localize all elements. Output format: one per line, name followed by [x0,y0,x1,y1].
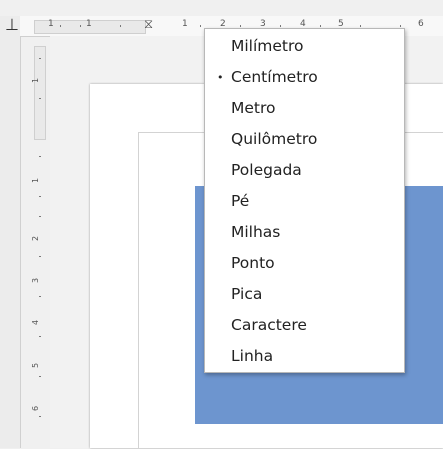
menu-item-label: Quilômetro [231,130,318,148]
menu-item-label: Milímetro [231,37,304,55]
ruler-tick [320,25,321,27]
ruler-tick [60,25,61,27]
menu-item-milhas[interactable]: Milhas [205,217,404,248]
ruler-number: 6 [418,19,424,29]
menu-item-label: Caractere [231,316,307,334]
menu-item-label: Milhas [231,223,281,241]
menu-item-caractere[interactable]: Caractere [205,310,404,341]
ruler-tick [80,25,81,27]
ruler-tick [280,25,281,27]
indent-marker-icon[interactable]: ⧖ [144,17,153,32]
menu-item-centimetro[interactable]: • Centímetro [205,62,404,93]
ruler-number: 1 [182,19,188,29]
menu-item-linha[interactable]: Linha [205,341,404,372]
ruler-number: 5 [31,362,41,369]
ruler-number: 1 [31,177,41,184]
ruler-number: 6 [31,405,41,412]
menu-item-label: Ponto [231,254,275,272]
menu-item-label: Polegada [231,161,302,179]
menu-item-pe[interactable]: Pé [205,186,404,217]
selected-bullet-icon: • [217,71,224,84]
ruler-tick [200,25,201,27]
ruler-tick [39,296,41,297]
ruler-tick [240,25,241,27]
menu-item-quilometro[interactable]: Quilômetro [205,124,404,155]
menu-item-polegada[interactable]: Polegada [205,155,404,186]
menu-item-label: Centímetro [231,68,318,86]
ruler-number: 3 [31,277,41,284]
ruler-tick [39,216,41,217]
menu-item-label: Pica [231,285,263,303]
units-context-menu: Milímetro • Centímetro Metro Quilômetro … [204,28,405,373]
vertical-ruler[interactable]: 1 1 2 3 4 5 6 [20,36,50,448]
ruler-tick [39,98,41,99]
ruler-number: 1 [48,19,54,29]
ruler-number: 2 [31,235,41,242]
ruler-tick [360,25,361,27]
ruler-tick [39,416,41,417]
ruler-tick [39,256,41,257]
menu-item-pica[interactable]: Pica [205,279,404,310]
menu-item-metro[interactable]: Metro [205,93,404,124]
ruler-number: 1 [31,77,41,84]
ruler-tick [39,58,41,59]
ruler-tick [39,196,41,197]
ruler-tick [400,25,401,27]
ruler-number: 4 [31,319,41,326]
menu-item-ponto[interactable]: Ponto [205,248,404,279]
ruler-tick [120,25,121,27]
menu-item-label: Metro [231,99,276,117]
left-strip [0,16,21,448]
tab-stop-icon[interactable]: ⊥ [5,17,19,33]
ruler-top-margin [34,46,46,140]
menu-item-label: Pé [231,192,250,210]
ruler-number: 1 [86,19,92,29]
ruler-tick [39,376,41,377]
menu-item-milimetro[interactable]: Milímetro [205,31,404,62]
menu-item-label: Linha [231,347,274,365]
ruler-tick [39,336,41,337]
ruler-tick [39,156,41,157]
